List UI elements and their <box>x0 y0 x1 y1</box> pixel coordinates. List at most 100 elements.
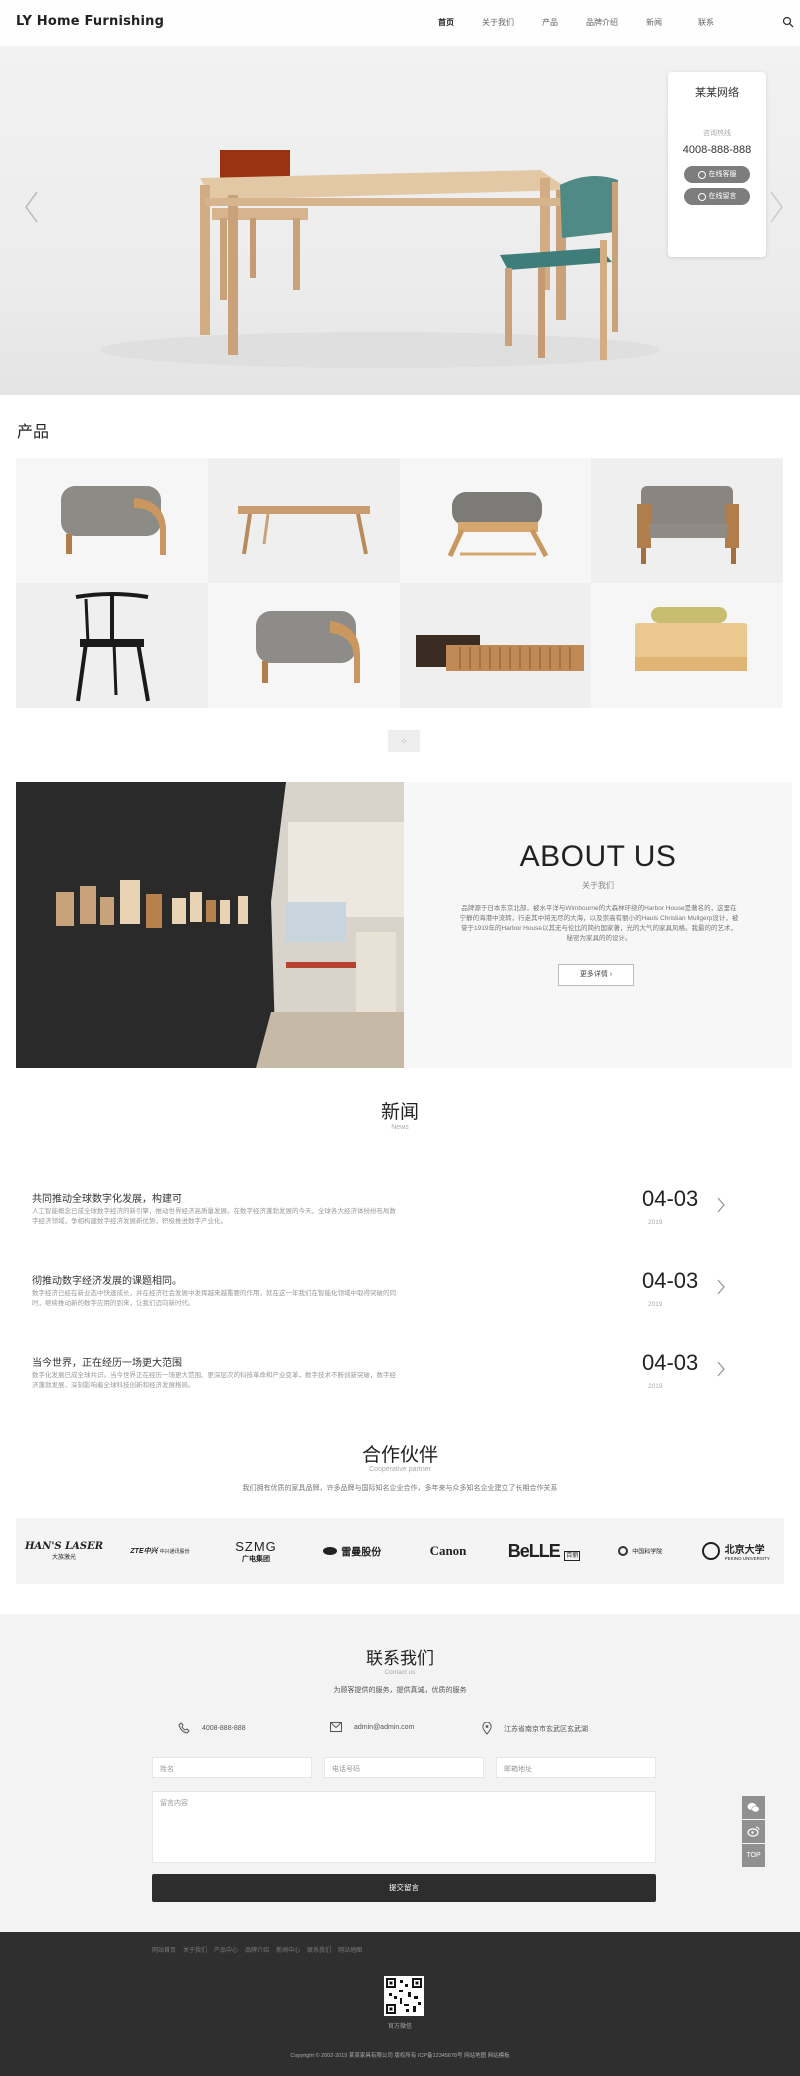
product-sideboard[interactable] <box>399 583 592 708</box>
product-low-table[interactable] <box>207 458 400 583</box>
products-heading: 产品 <box>17 424 50 441</box>
news-item-summary: 人工智能概念已成全球数字经济的新引擎，推动世界经济高质量发展。在数字经济蓬勃发展… <box>32 1208 396 1225</box>
card-phone: 4008-888-888 <box>682 144 752 156</box>
news-item-year: 2019 <box>648 1301 663 1308</box>
footer-link[interactable]: 新闻中心 <box>276 1945 300 1954</box>
email-icon <box>330 1722 342 1732</box>
footer-link[interactable]: 联系我们 <box>307 1945 331 1954</box>
footer-link[interactable]: 网站首页 <box>152 1945 176 1954</box>
partner-logo-belle[interactable]: BeLLE 百丽 <box>496 1541 592 1562</box>
chevron-right-icon[interactable] <box>716 1196 726 1214</box>
chevron-right-icon[interactable] <box>716 1360 726 1378</box>
search-icon[interactable] <box>782 16 794 28</box>
phone-icon <box>178 1722 190 1734</box>
pagination-next[interactable] <box>420 730 453 752</box>
product-black-chair[interactable] <box>16 583 208 708</box>
name-field[interactable]: 姓名 <box>152 1757 312 1778</box>
about-text: 品牌源于日本东京北部，被水平洋与Wimbourne的大森林环绕的Harbor H… <box>459 905 739 942</box>
contact-phone: 4008-888-888 <box>178 1722 246 1734</box>
contact-description: 为顾客提供的服务，提供真诚，优质的服务 <box>333 1687 467 1694</box>
message-field[interactable]: 留言内容 <box>152 1791 656 1863</box>
pagination-current[interactable]: ⁘ <box>387 730 421 752</box>
news-item-summary: 数字经济已经在新业态中快速成长，并在经济社会发展中发挥越来越重要的作用，就在这一… <box>32 1290 396 1307</box>
online-service-button[interactable]: 在线客服 <box>684 166 750 183</box>
message-icon <box>697 192 706 201</box>
about-title: ABOUT US <box>519 840 677 873</box>
news-item[interactable]: 彻推动数字经济发展的课题相同。 数字经济已经在新业态中快速成长，并在经济社会发展… <box>16 1268 784 1348</box>
chevron-right-icon[interactable] <box>716 1278 726 1296</box>
wechat-tool-button[interactable] <box>742 1796 765 1819</box>
news-item-title[interactable]: 当今世界，正在经历一场更大范围 <box>32 1354 182 1369</box>
partner-logo-zte[interactable]: ZTE中兴 中兴通讯股份 <box>112 1546 208 1556</box>
prev-slide-arrow[interactable] <box>22 190 42 224</box>
footer-link[interactable]: 产品中心 <box>214 1945 238 1954</box>
main-nav: 首页 关于我们 产品 品牌介绍 新闻 联系 <box>420 0 732 46</box>
pagination-prev[interactable] <box>355 730 388 752</box>
product-stool-2[interactable] <box>208 583 400 708</box>
partner-logo-lehman[interactable]: 雷曼股份 <box>304 1542 400 1560</box>
contact-email: admin@admin.com <box>330 1722 414 1732</box>
news-item-summary: 数字化发展已成全球共识。当今世界正在经历一场更大范围、更深层次的科技革命和产业变… <box>32 1372 396 1389</box>
nav-contact[interactable]: 联系 <box>680 0 732 46</box>
contact-address-text: 江苏省南京市玄武区玄武湖 <box>504 1725 588 1733</box>
partner-logo-cas[interactable]: 中国科学院 <box>592 1542 688 1560</box>
product-stool[interactable] <box>16 458 208 583</box>
leave-message-button[interactable]: 在线留言 <box>684 188 750 205</box>
footer-link[interactable]: 品牌介绍 <box>245 1945 269 1954</box>
contact-email-text: admin@admin.com <box>354 1723 415 1731</box>
email-field[interactable]: 邮箱地址 <box>496 1757 656 1778</box>
nav-brand[interactable]: 品牌介绍 <box>576 0 628 46</box>
site-header: LY Home Furnishing 首页 关于我们 产品 品牌介绍 新闻 联系 <box>0 0 800 46</box>
chat-icon <box>697 170 706 179</box>
partner-logo-hans-laser[interactable]: HAN'S LASER 大族激光 <box>16 1541 112 1561</box>
partner-logo-canon[interactable]: Canon <box>400 1543 496 1559</box>
partners-description: 我们拥有优质的家具品牌，许多品牌与国际知名企业合作，多年来与众多知名企业建立了长… <box>242 1485 558 1492</box>
footer-link[interactable]: 关于我们 <box>183 1945 207 1954</box>
news-item-date: 04-03 <box>642 1268 699 1293</box>
site-footer: 网站首页 关于我们 产品中心 品牌介绍 新闻中心 联系我们 网站地图 官方微信 … <box>0 1932 800 2076</box>
contact-phone-text: 4008-888-888 <box>202 1724 246 1732</box>
contact-subheading: Contact us <box>384 1669 416 1676</box>
product-ottoman[interactable] <box>400 458 592 583</box>
news-item-title[interactable]: 共同推动全球数字化发展，构建可 <box>32 1190 182 1205</box>
floating-contact-card: 某某网络 咨询热线 4008-888-888 在线客服 在线留言 <box>668 72 766 257</box>
nav-products[interactable]: 产品 <box>524 0 576 46</box>
news-item[interactable]: 当今世界，正在经历一场更大范围 数字化发展已成全球共识。当今世界正在经历一场更大… <box>16 1350 784 1430</box>
news-item-date: 04-03 <box>642 1350 699 1375</box>
news-subheading: News <box>391 1124 409 1131</box>
nav-home[interactable]: 首页 <box>420 0 472 46</box>
nav-about[interactable]: 关于我们 <box>472 0 524 46</box>
partner-logo-pku[interactable]: 北京大学 PEKING UNIVERSITY <box>688 1541 784 1561</box>
card-tel-label: 咨询热线 <box>703 130 731 137</box>
about-more-button[interactable]: 更多详情 › <box>558 964 634 986</box>
site-logo[interactable]: LY Home Furnishing <box>16 14 164 29</box>
news-item[interactable]: 共同推动全球数字化发展，构建可 人工智能概念已成全球数字经济的新引擎，推动世界经… <box>16 1186 784 1266</box>
qr-label: 官方微信 <box>387 2024 412 2030</box>
nav-news[interactable]: 新闻 <box>628 0 680 46</box>
about-subtitle: 关于我们 <box>582 881 614 890</box>
weibo-tool-button[interactable] <box>742 1820 765 1843</box>
news-item-year: 2019 <box>648 1219 663 1226</box>
product-daybed[interactable] <box>591 583 783 708</box>
partners-heading: 合作伙伴 <box>361 1445 438 1466</box>
phone-field[interactable]: 电话号码 <box>324 1757 484 1778</box>
footer-links: 网站首页 关于我们 产品中心 品牌介绍 新闻中心 联系我们 网站地图 <box>152 1945 362 1954</box>
partner-logo-szmg[interactable]: SZMG 广电集团 <box>208 1539 304 1564</box>
next-slide-arrow[interactable] <box>766 190 786 224</box>
product-armchair[interactable] <box>591 458 783 583</box>
wechat-qr-code <box>384 1976 424 2016</box>
back-to-top-button[interactable]: TOP <box>742 1844 765 1867</box>
about-panel: ABOUT US 关于我们 品牌源于日本东京北部，被水平洋与Wimbourne的… <box>404 782 792 1068</box>
location-icon <box>482 1722 492 1735</box>
product-grid <box>16 458 783 708</box>
footer-link[interactable]: 网站地图 <box>338 1945 362 1954</box>
contact-heading: 联系我们 <box>366 1649 434 1668</box>
submit-button[interactable]: 提交留言 <box>152 1874 656 1902</box>
news-item-date: 04-03 <box>642 1186 699 1211</box>
product-pagination: ⁘ <box>355 730 453 752</box>
news-heading: 新闻 <box>380 1102 419 1123</box>
copyright-text: Copyright © 2002-2019 某某家具有限公司 版权所有 ICP备… <box>290 2053 510 2059</box>
news-item-title[interactable]: 彻推动数字经济发展的课题相同。 <box>32 1272 182 1287</box>
news-item-year: 2019 <box>648 1383 663 1390</box>
wechat-icon <box>747 1802 760 1813</box>
